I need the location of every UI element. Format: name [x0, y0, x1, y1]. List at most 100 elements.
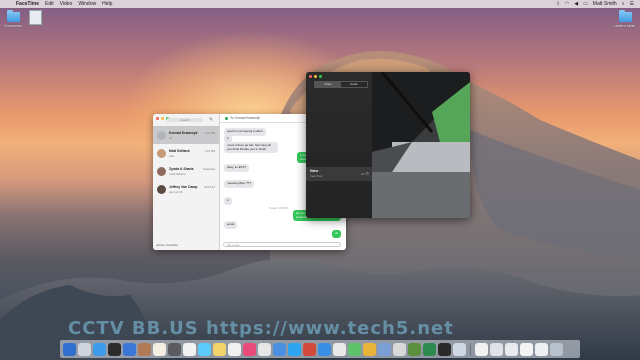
- dock-app-icon[interactable]: [520, 342, 533, 356]
- message-bubble-incoming: meaning 8pm ???: [224, 180, 255, 188]
- dock-app-icon[interactable]: [108, 342, 121, 356]
- menu-bar: FaceTime Edit Video Window Help ᛒ ◠ ◀ ▭ …: [0, 0, 640, 8]
- search-input[interactable]: Search: [167, 118, 203, 122]
- dock-app-icon[interactable]: [408, 342, 421, 356]
- dock-app-icon[interactable]: [490, 342, 503, 356]
- message-timestamp: Today 1:26 PM: [269, 206, 288, 210]
- user-name[interactable]: Matt Smith: [593, 1, 617, 7]
- camera-preview-image: [372, 72, 470, 218]
- document-thumbnail-icon: [28, 10, 42, 25]
- folder-icon: [6, 10, 20, 22]
- conversation-preview: Ha it ok 29: [169, 189, 183, 194]
- conversation-item[interactable]: Jeffrey Van Camp 10/17/14 Ha it ok 29: [153, 180, 219, 198]
- camera-preview: [372, 72, 470, 218]
- conversation-preview: Also: [169, 153, 175, 158]
- contact-subtitle: FaceTime: [310, 174, 323, 178]
- conversation-time: Yesterday: [202, 166, 215, 171]
- dock: [60, 340, 580, 358]
- dock-app-icon[interactable]: [258, 342, 271, 356]
- dock-app-icon[interactable]: [393, 342, 406, 356]
- facetime-contact-row[interactable]: Hans FaceTime ▭ ✆: [306, 167, 372, 181]
- conversation-time: 1:01 PM: [204, 148, 215, 153]
- dock-app-icon[interactable]: [243, 342, 256, 356]
- dock-app-icon[interactable]: [303, 342, 316, 356]
- dock-app-icon[interactable]: [183, 342, 196, 356]
- desktop-icon-untitled-folder[interactable]: untitled folder: [612, 10, 638, 28]
- conversation-name: Konrad Krawczyk: [169, 130, 198, 135]
- dock-app-icon[interactable]: [273, 342, 286, 356]
- dock-app-icon[interactable]: [453, 342, 466, 356]
- dock-app-icon[interactable]: [78, 342, 91, 356]
- dock-app-icon[interactable]: [475, 342, 488, 356]
- dock-app-icon[interactable]: [438, 342, 451, 356]
- dock-app-icon[interactable]: [318, 342, 331, 356]
- message-bubble-incoming: okay, so ETA?: [224, 164, 250, 172]
- desktop-icon-document[interactable]: [22, 10, 48, 27]
- dock-app-icon[interactable]: [535, 342, 548, 356]
- menu-edit[interactable]: Edit: [45, 1, 54, 7]
- volume-icon[interactable]: ◀: [574, 0, 578, 8]
- dock-app-icon[interactable]: [363, 342, 376, 356]
- avatar: [157, 184, 166, 194]
- call-icons[interactable]: ▭ ✆: [361, 171, 369, 176]
- dock-app-icon[interactable]: [168, 342, 181, 356]
- tab-audio[interactable]: Audio: [341, 82, 367, 87]
- conversation-preview: Yeah hahaha: [169, 171, 186, 176]
- facetime-sidebar: Video Audio Hans FaceTime ▭ ✆: [306, 72, 372, 218]
- conversation-item[interactable]: Konrad Krawczyk 1:26 PM ok: [153, 126, 219, 144]
- minimize-button[interactable]: [161, 117, 164, 120]
- dock-app-icon[interactable]: [228, 342, 241, 356]
- conversation-name: Zynda & Sharis: [169, 166, 194, 171]
- battery-icon[interactable]: ▭: [583, 0, 588, 8]
- online-status-icon: [225, 116, 228, 120]
- spotlight-icon[interactable]: ⌕: [622, 0, 625, 8]
- bluetooth-icon[interactable]: ᛒ: [557, 0, 560, 8]
- folder-icon: [618, 10, 632, 22]
- menu-window[interactable]: Window: [78, 1, 96, 7]
- facetime-window[interactable]: Video Audio Hans FaceTime ▭ ✆: [306, 72, 470, 218]
- dock-app-icon[interactable]: [213, 342, 226, 356]
- dock-app-icon[interactable]: [505, 342, 518, 356]
- conversation-item[interactable]: Zynda & Sharis Yesterday Yeah hahaha: [153, 162, 219, 180]
- close-button[interactable]: [309, 75, 312, 78]
- message-bubble-outgoing: ok: [331, 230, 341, 238]
- zoom-button[interactable]: [319, 75, 322, 78]
- dock-app-icon[interactable]: [288, 342, 301, 356]
- desktop-icon-label: untitled folder: [614, 24, 636, 28]
- tab-video[interactable]: Video: [315, 82, 341, 87]
- menu-help[interactable]: Help: [102, 1, 112, 7]
- menu-video[interactable]: Video: [60, 1, 73, 7]
- dock-app-icon[interactable]: [138, 342, 151, 356]
- dock-app-icon[interactable]: [348, 342, 361, 356]
- messages-sidebar: Search ✎ Konrad Krawczyk 1:26 PM ok Matt…: [153, 114, 220, 250]
- message-input[interactable]: iMessage: [223, 242, 341, 247]
- minimize-button[interactable]: [314, 75, 317, 78]
- dock-app-icon[interactable]: [63, 342, 76, 356]
- wifi-icon[interactable]: ◠: [565, 0, 569, 8]
- dock-app-icon[interactable]: [93, 342, 106, 356]
- dock-app-icon[interactable]: [550, 342, 563, 356]
- compose-icon[interactable]: ✎: [209, 117, 213, 123]
- desktop-icon-label: Documents: [4, 24, 22, 28]
- message-bubble-incoming: email: [224, 221, 238, 229]
- menu-extras: ᛒ ◠ ◀ ▭ Matt Smith ⌕ ☰: [557, 0, 634, 8]
- conversation-time: 10/17/14: [204, 184, 215, 189]
- conversation-item[interactable]: Matt Gelfand 1:01 PM Also: [153, 144, 219, 162]
- account-status[interactable]: Jabber Available: [156, 243, 178, 247]
- close-button[interactable]: [156, 117, 159, 120]
- dock-app-icon[interactable]: [378, 342, 391, 356]
- conversation-preview: ok: [169, 135, 172, 140]
- conversation-name: Matt Gelfand: [169, 148, 190, 153]
- dock-app-icon[interactable]: [153, 342, 166, 356]
- dock-app-icon[interactable]: [198, 342, 211, 356]
- dock-separator: [470, 342, 471, 356]
- notification-center-icon[interactable]: ☰: [630, 0, 634, 8]
- conversation-name: Jeffrey Van Camp: [169, 184, 198, 189]
- dock-app-icon[interactable]: [333, 342, 346, 356]
- dock-app-icon[interactable]: [123, 342, 136, 356]
- menu-facetime[interactable]: FaceTime: [16, 1, 39, 7]
- dock-app-icon[interactable]: [423, 342, 436, 356]
- facetime-tabs: Video Audio: [314, 81, 368, 88]
- to-label: To: Konrad Krawczyk: [230, 116, 260, 120]
- conversation-time: 1:26 PM: [204, 130, 215, 135]
